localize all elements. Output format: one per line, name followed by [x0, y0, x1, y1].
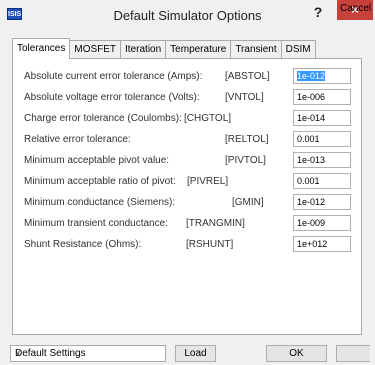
- option-code: [ABSTOL]: [225, 71, 270, 82]
- option-code: [RELTOL]: [225, 134, 269, 145]
- reltol-input[interactable]: 0.001: [293, 131, 351, 147]
- pivtol-input[interactable]: 1e-013: [293, 152, 351, 168]
- option-label: Minimum transient conductance:: [24, 218, 168, 229]
- vntol-input[interactable]: 1e-006: [293, 89, 351, 105]
- option-label: Minimum acceptable ratio of pivot:: [24, 176, 176, 187]
- cancel-button[interactable]: [336, 345, 370, 362]
- option-label: Shunt Resistance (Ohms):: [24, 239, 142, 250]
- gmin-input[interactable]: 1e-012: [293, 194, 351, 210]
- tab-tolerances[interactable]: Tolerances: [12, 38, 71, 59]
- tab-mosfet[interactable]: MOSFET: [69, 40, 122, 59]
- option-code: [TRANGMIN]: [186, 218, 245, 229]
- trangmin-input[interactable]: 1e-009: [293, 215, 351, 231]
- cancel-label: Cancel: [340, 3, 372, 14]
- tab-iteration[interactable]: Iteration: [120, 40, 167, 59]
- tab-strip: Tolerances MOSFET Iteration Temperature …: [12, 38, 316, 59]
- settings-preset-select[interactable]: Default Settings ∨: [10, 345, 166, 362]
- rshunt-input[interactable]: 1e+012: [293, 236, 351, 252]
- load-button[interactable]: Load: [175, 345, 216, 362]
- option-label: Absolute current error tolerance (Amps):: [24, 71, 203, 82]
- ok-button[interactable]: OK: [266, 345, 327, 362]
- option-code: [RSHUNT]: [186, 239, 234, 250]
- option-code: [PIVTOL]: [225, 155, 266, 166]
- pivrel-input[interactable]: 0.001: [293, 173, 351, 189]
- chevron-down-icon: ∨: [15, 348, 21, 357]
- option-code: [PIVREL]: [187, 176, 229, 187]
- option-code: [CHGTOL]: [184, 113, 232, 124]
- title-bar: ISIS Default Simulator Options ? ×: [0, 0, 375, 30]
- chgtol-input[interactable]: 1e-014: [293, 110, 351, 126]
- tab-dsim[interactable]: DSIM: [280, 40, 316, 59]
- option-code: [VNTOL]: [225, 92, 264, 103]
- option-label: Absolute voltage error tolerance (Volts)…: [24, 92, 200, 103]
- option-label: Minimum acceptable pivot value:: [24, 155, 170, 166]
- tab-temperature[interactable]: Temperature: [165, 40, 232, 59]
- abstol-input[interactable]: 1e-012: [293, 68, 351, 84]
- tab-transient[interactable]: Transient: [230, 40, 282, 59]
- option-label: Relative error tolerance:: [24, 134, 131, 145]
- help-button[interactable]: ?: [305, 2, 331, 22]
- option-label: Minimum conductance (Siemens):: [24, 197, 176, 208]
- option-label: Charge error tolerance (Coulombs):: [24, 113, 182, 124]
- option-code: [GMIN]: [232, 197, 264, 208]
